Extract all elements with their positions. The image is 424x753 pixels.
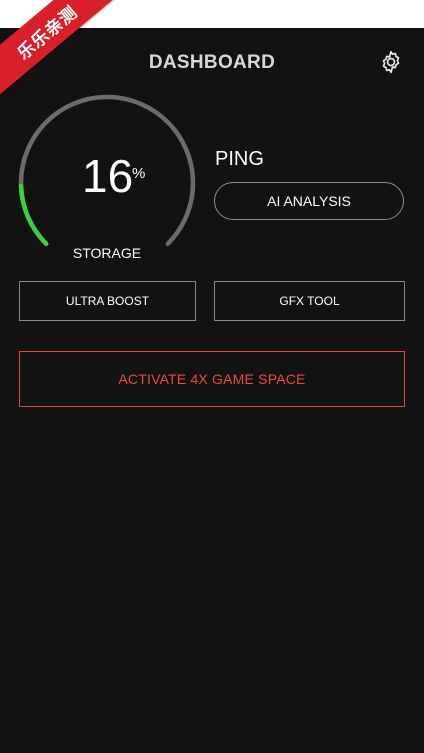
activate-game-space-label: ACTIVATE 4X GAME SPACE	[118, 371, 306, 387]
ultra-boost-label: ULTRA BOOST	[65, 294, 150, 308]
ai-analysis-button[interactable]: AI ANALYSIS	[214, 182, 404, 220]
page-title: DASHBOARD	[148, 52, 276, 73]
storage-label: STORAGE	[72, 245, 142, 261]
ai-analysis-label: AI ANALYSIS	[267, 193, 351, 209]
ping-label: PING	[215, 148, 264, 170]
storage-percent-unit: %	[132, 165, 146, 182]
gauge-fill	[18, 183, 49, 247]
gear-icon[interactable]	[378, 49, 404, 75]
ultra-boost-button[interactable]: ULTRA BOOST	[19, 281, 196, 321]
gfx-tool-button[interactable]: GFX TOOL	[214, 281, 405, 321]
activate-game-space-button[interactable]: ACTIVATE 4X GAME SPACE	[19, 351, 405, 407]
storage-percent-value: 16	[82, 150, 134, 202]
gfx-tool-label: GFX TOOL	[279, 294, 340, 308]
